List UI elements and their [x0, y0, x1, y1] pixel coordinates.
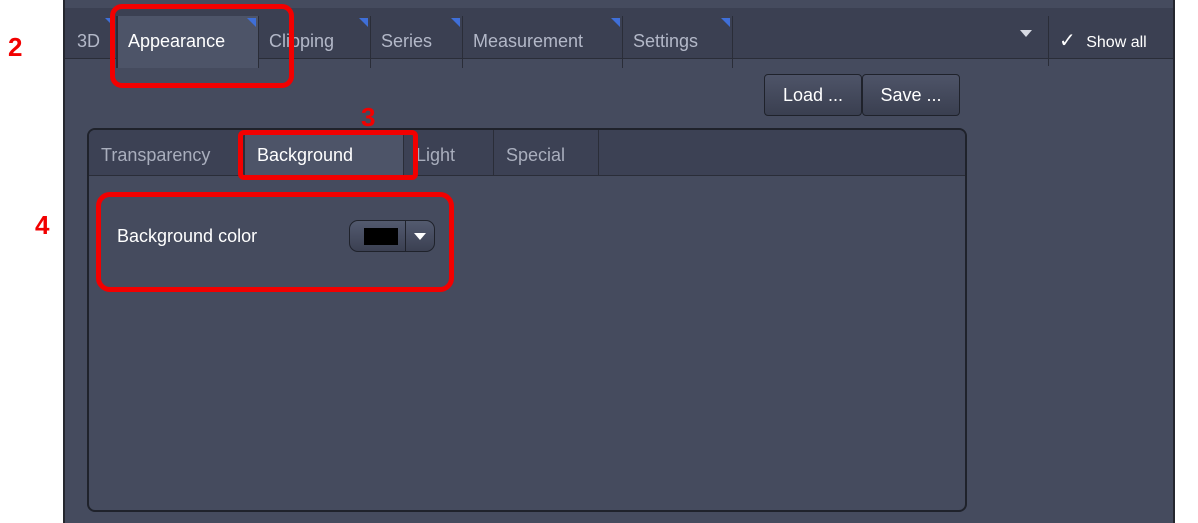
tab-overflow-dropdown-icon[interactable]	[1020, 30, 1032, 37]
tab-corner-marker-icon	[611, 18, 620, 27]
annotation-number-4: 4	[35, 210, 50, 240]
tab-corner-marker-icon	[359, 18, 368, 27]
annotation-number-2: 2	[8, 32, 23, 62]
tab-special[interactable]: Special	[494, 130, 599, 175]
annotation-number-3: 3	[361, 102, 376, 132]
load-button[interactable]: Load ...	[764, 74, 862, 116]
tab-corner-marker-icon	[451, 18, 460, 27]
tab-series[interactable]: Series	[371, 16, 463, 68]
tab-transparency[interactable]: Transparency	[89, 130, 244, 175]
appearance-subpanel: Transparency Background Light Special Ba…	[87, 128, 967, 512]
tab-corner-marker-icon	[721, 18, 730, 27]
sub-tab-bar: Transparency Background Light Special	[89, 130, 965, 176]
show-all-toggle[interactable]: ✓ Show all	[1048, 16, 1161, 66]
save-button[interactable]: Save ...	[862, 74, 960, 116]
highlight-box-appearance	[110, 4, 294, 88]
tab-measurement[interactable]: Measurement	[463, 16, 623, 68]
checkmark-icon: ✓	[1059, 30, 1076, 52]
tab-settings[interactable]: Settings	[623, 16, 733, 68]
highlight-box-background-color	[96, 192, 454, 292]
highlight-box-background-tab	[238, 130, 418, 180]
